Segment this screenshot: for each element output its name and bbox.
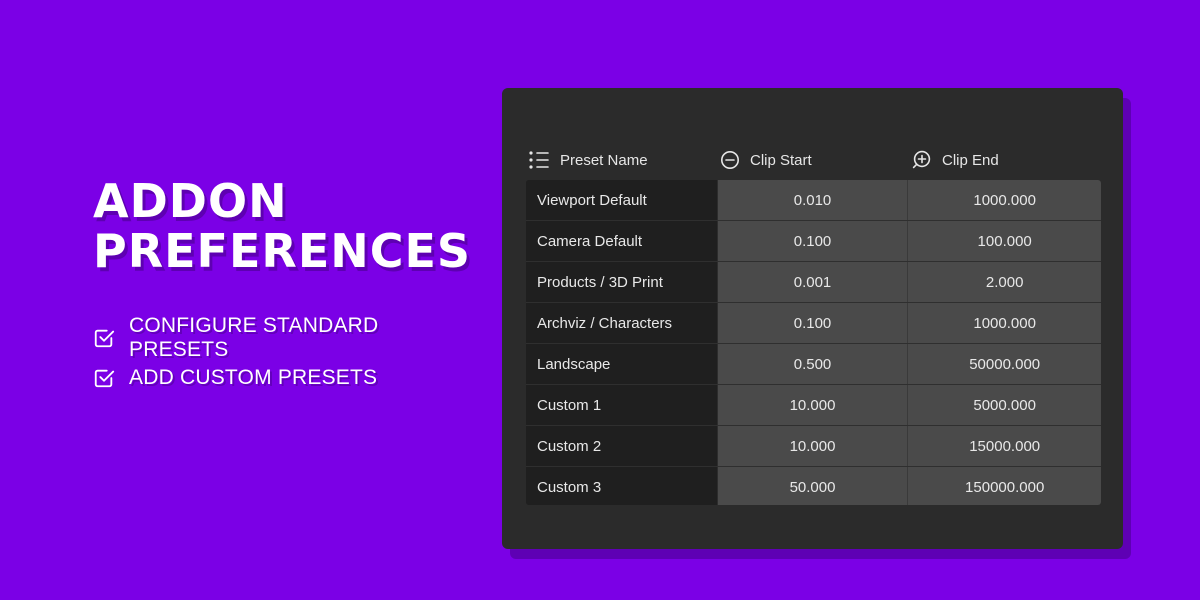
preset-name-cell[interactable]: Viewport Default (526, 180, 718, 220)
clip-start-field[interactable]: 0.100 (717, 221, 909, 261)
column-header-clip-start: Clip Start (718, 146, 910, 174)
feature-item: CONFIGURE STANDARD PRESETS (93, 314, 483, 361)
zoom-out-icon (721, 151, 739, 169)
feature-label: ADD CUSTOM PRESETS (129, 366, 378, 389)
table-row[interactable]: Camera Default 0.100 100.000 (526, 221, 1101, 262)
clip-start-field[interactable]: 0.010 (717, 180, 909, 220)
table-row[interactable]: Custom 2 10.000 15000.000 (526, 426, 1101, 467)
table-row[interactable]: Custom 1 10.000 5000.000 (526, 385, 1101, 426)
column-header-label: Clip Start (750, 151, 812, 169)
table-row[interactable]: Custom 3 50.000 150000.000 (526, 467, 1101, 505)
column-header-label: Clip End (942, 151, 999, 169)
clip-end-field[interactable]: 5000.000 (908, 385, 1101, 425)
preset-name-cell[interactable]: Products / 3D Print (526, 262, 718, 302)
clip-start-field[interactable]: 10.000 (717, 385, 909, 425)
clip-start-field[interactable]: 0.100 (717, 303, 909, 343)
table-row[interactable]: Products / 3D Print 0.001 2.000 (526, 262, 1101, 303)
preset-name-cell[interactable]: Custom 1 (526, 385, 718, 425)
checkbox-checked-icon (94, 369, 115, 388)
list-icon (529, 151, 549, 169)
table-row[interactable]: Landscape 0.500 50000.000 (526, 344, 1101, 385)
preset-name-cell[interactable]: Custom 2 (526, 426, 718, 466)
column-header-preset-name: Preset Name (526, 146, 718, 174)
preset-name-cell[interactable]: Camera Default (526, 221, 718, 261)
column-header-clip-end: Clip End (910, 146, 1101, 174)
clip-end-field[interactable]: 15000.000 (908, 426, 1101, 466)
table-row[interactable]: Archviz / Characters 0.100 1000.000 (526, 303, 1101, 344)
checkbox-checked-icon (94, 329, 115, 348)
column-header-label: Preset Name (560, 151, 648, 169)
promo-title: ADDON PREFERENCES (93, 176, 483, 276)
clip-start-field[interactable]: 0.001 (717, 262, 909, 302)
promo-title-line-1: ADDON (93, 174, 288, 228)
preset-name-cell[interactable]: Landscape (526, 344, 718, 384)
clip-end-field[interactable]: 1000.000 (908, 180, 1101, 220)
clip-end-field[interactable]: 1000.000 (908, 303, 1101, 343)
table-header: Preset Name Clip Start Clip End (526, 146, 1101, 174)
clip-start-field[interactable]: 0.500 (717, 344, 909, 384)
clip-end-field[interactable]: 50000.000 (908, 344, 1101, 384)
clip-start-field[interactable]: 50.000 (717, 467, 909, 505)
feature-item: ADD CUSTOM PRESETS (93, 358, 483, 398)
promo-title-line-2: PREFERENCES (93, 224, 472, 278)
zoom-in-icon (912, 150, 931, 169)
presets-table: Viewport Default 0.010 1000.000 Camera D… (526, 180, 1101, 505)
clip-start-field[interactable]: 10.000 (717, 426, 909, 466)
table-row[interactable]: Viewport Default 0.010 1000.000 (526, 180, 1101, 221)
preset-name-cell[interactable]: Custom 3 (526, 467, 718, 505)
preset-name-cell[interactable]: Archviz / Characters (526, 303, 718, 343)
promo-section: ADDON PREFERENCES CONFIGURE STANDARD PRE… (93, 176, 483, 414)
preferences-panel: Preset Name Clip Start Clip End Viewport… (502, 88, 1123, 549)
feature-list: CONFIGURE STANDARD PRESETS ADD CUSTOM PR… (93, 314, 483, 398)
clip-end-field[interactable]: 150000.000 (908, 467, 1101, 505)
clip-end-field[interactable]: 100.000 (908, 221, 1101, 261)
clip-end-field[interactable]: 2.000 (908, 262, 1101, 302)
feature-label: CONFIGURE STANDARD PRESETS (129, 314, 379, 361)
